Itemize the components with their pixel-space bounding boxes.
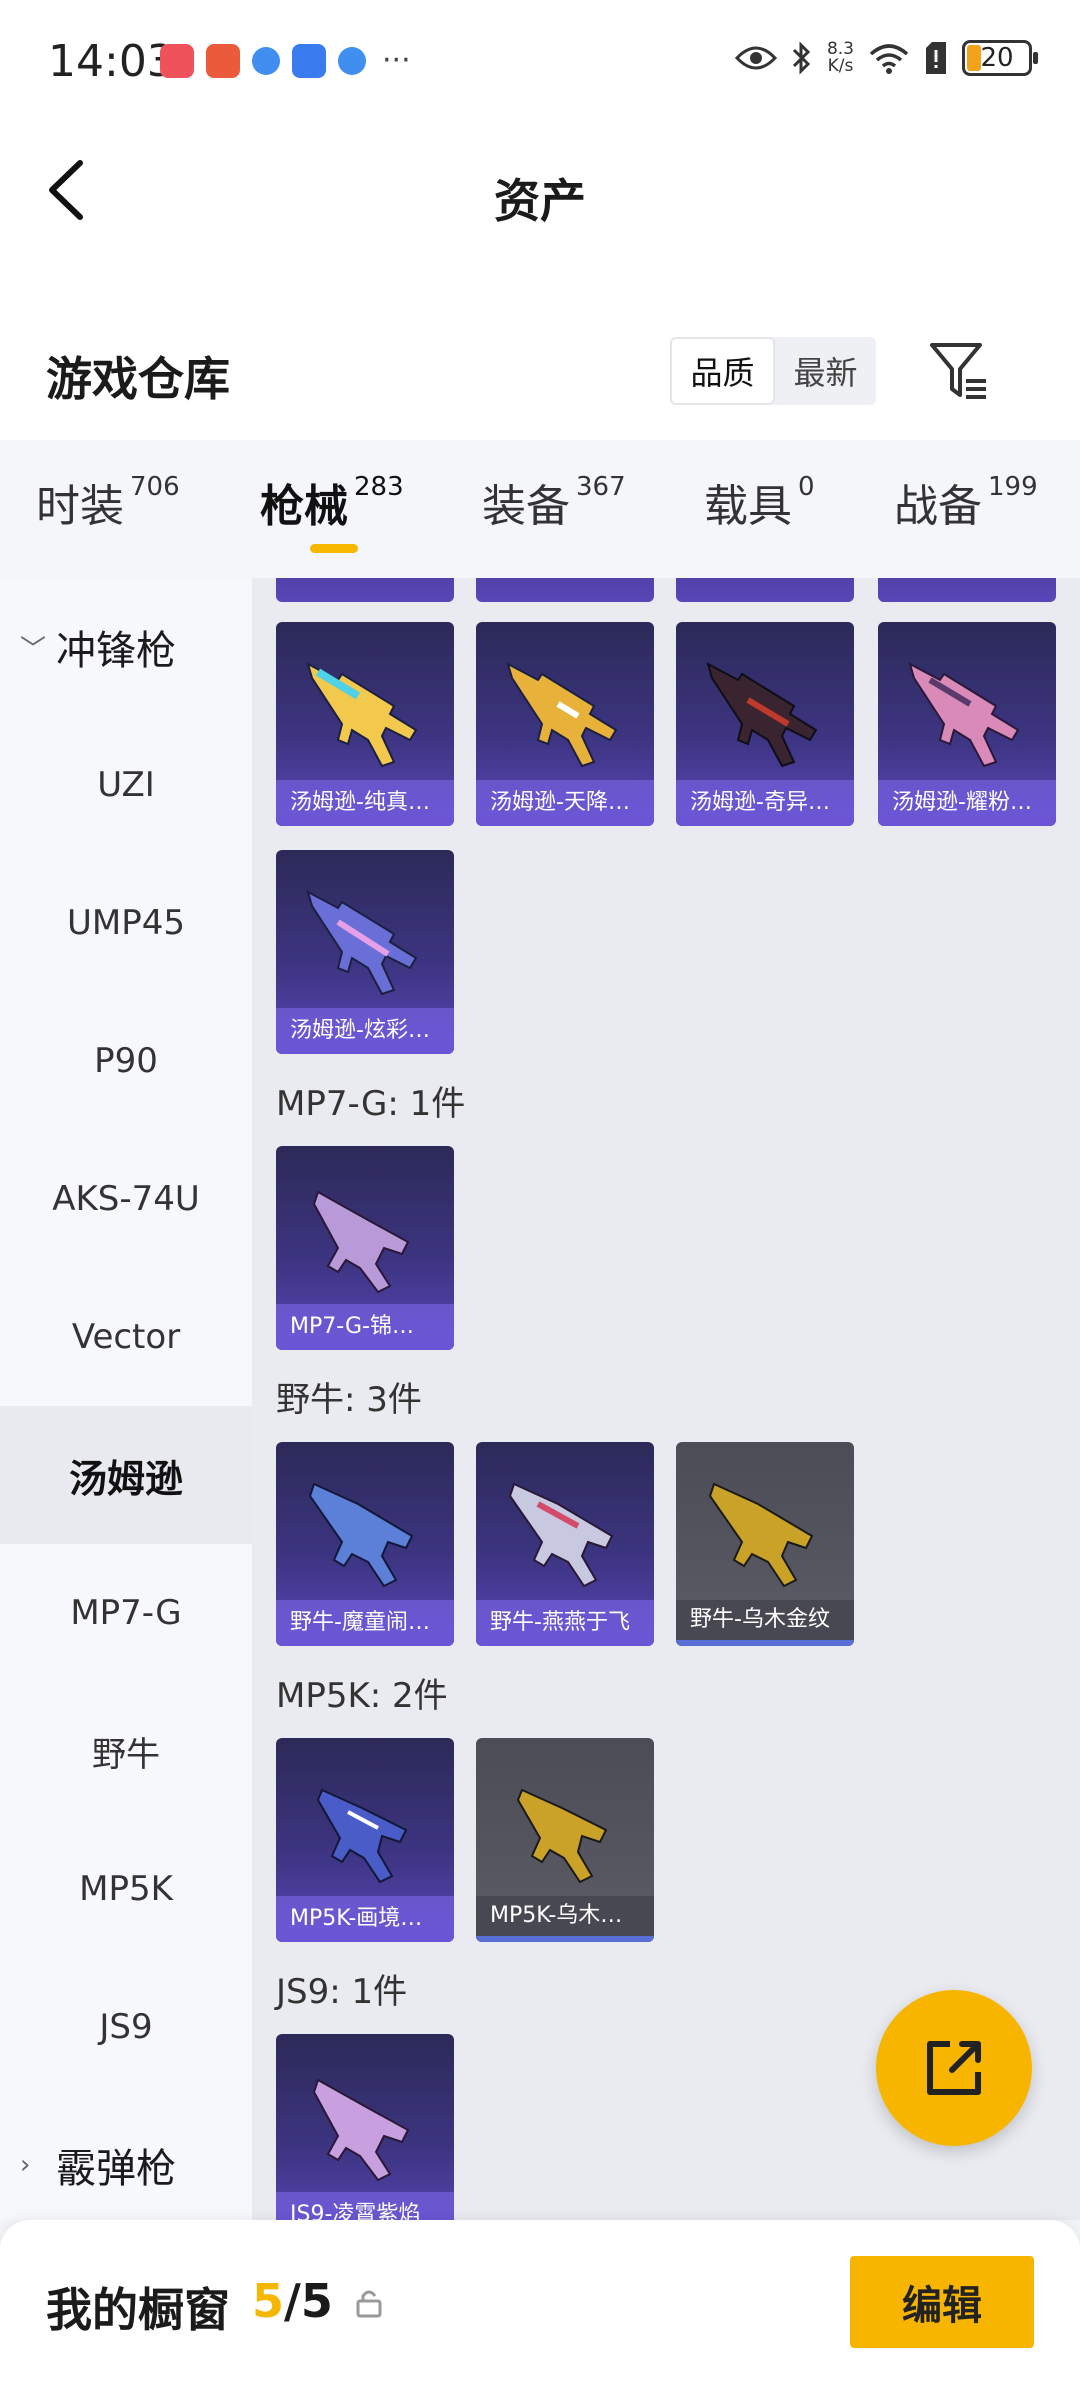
sidebar-group-smg[interactable]: ﹀ 冲锋枪 — [0, 578, 252, 716]
share-icon — [927, 2041, 981, 2095]
sidebar-item-uzi[interactable]: UZI — [0, 716, 252, 854]
weapon-card[interactable]: MP7-G-锦… — [276, 1146, 454, 1350]
status-bar: 14:03 ··· 8.3 K/s 20 — [0, 0, 1080, 125]
chevron-down-icon: ﹀ — [20, 634, 47, 665]
rifle-skin-icon — [506, 662, 618, 768]
weapon-card-partial[interactable] — [276, 578, 454, 602]
sidebar-item-mp5k[interactable]: MP5K — [0, 1820, 252, 1958]
eye-icon — [734, 46, 777, 70]
weapon-card[interactable]: 汤姆逊-天降… — [476, 622, 654, 826]
showcase-bar: 我的橱窗 5/5 编辑 — [0, 2220, 1080, 2382]
weapon-grid: 汤姆逊-纯真… 汤姆逊-天降… 汤姆逊-奇异… 汤姆逊-耀粉… 汤姆逊-炫彩… … — [252, 578, 1080, 2220]
weapon-card[interactable]: 汤姆逊-奇异… — [676, 622, 854, 826]
smg-skin-icon — [708, 1482, 814, 1588]
sidebar-item-js9[interactable]: JS9 — [0, 1958, 252, 2096]
bluetooth-app-icon — [292, 44, 326, 78]
system-icons: 8.3 K/s 20 — [734, 39, 1038, 76]
status-time: 14:03 — [48, 36, 175, 87]
weapon-card[interactable]: 野牛-魔童闹… — [276, 1442, 454, 1646]
smg-skin-icon — [316, 1788, 408, 1884]
chevron-right-icon: › — [20, 2150, 31, 2180]
edit-button[interactable]: 编辑 — [850, 2256, 1034, 2348]
sidebar-item-bizon[interactable]: 野牛 — [0, 1682, 252, 1820]
filter-button[interactable] — [928, 337, 992, 407]
share-button[interactable] — [876, 1990, 1032, 2146]
section-label-js9: JS9: 1件 — [276, 1972, 408, 2012]
warehouse-title: 游戏仓库 — [46, 352, 230, 406]
rifle-skin-icon — [908, 662, 1020, 768]
page-title: 资产 — [494, 174, 586, 228]
wifi-icon — [869, 44, 909, 74]
app-header: 资产 — [0, 125, 1080, 315]
weapon-card[interactable]: 野牛-乌木金纹 — [676, 1442, 854, 1646]
sort-newest-button[interactable]: 最新 — [775, 337, 876, 405]
showcase-count: 5/5 — [252, 2274, 333, 2328]
smg-skin-icon — [308, 1482, 414, 1588]
filter-icon — [930, 343, 986, 399]
alert-app-icon — [206, 44, 240, 78]
section-label-mp7g: MP7-G: 1件 — [276, 1084, 466, 1124]
sim-alert-icon — [926, 42, 946, 74]
sidebar-item-vector[interactable]: Vector — [0, 1268, 252, 1406]
mail-app-icon — [160, 44, 194, 78]
sidebar-item-p90[interactable]: P90 — [0, 992, 252, 1130]
weapon-card[interactable]: 汤姆逊-纯真… — [276, 622, 454, 826]
weapon-card[interactable]: 野牛-燕燕于飞 — [476, 1442, 654, 1646]
browser-app-icon-2 — [338, 47, 366, 75]
lock-icon — [356, 2290, 382, 2318]
section-label-bizon: 野牛: 3件 — [276, 1380, 422, 1420]
rifle-skin-icon — [306, 890, 418, 996]
sidebar-item-thompson[interactable]: 汤姆逊 — [0, 1406, 252, 1544]
sidebar-item-aks74u[interactable]: AKS-74U — [0, 1130, 252, 1268]
weapon-card[interactable]: MP5K-画境… — [276, 1738, 454, 1942]
sidebar-group-shotgun[interactable]: › 霰弹枪 — [0, 2096, 252, 2220]
active-tab-indicator — [310, 544, 358, 553]
weapon-card[interactable]: 汤姆逊-炫彩… — [276, 850, 454, 1054]
bluetooth-icon — [792, 41, 811, 75]
warehouse-bar: 游戏仓库 品质 最新 — [0, 315, 1080, 440]
weapon-card-partial[interactable] — [676, 578, 854, 602]
tab-supplies[interactable]: 战备 199 — [894, 470, 1038, 534]
smg-skin-icon — [508, 1482, 614, 1588]
battery-icon: 20 — [962, 40, 1038, 76]
smg-skin-icon — [516, 1788, 608, 1884]
rifle-skin-icon — [706, 662, 818, 768]
browser-app-icon — [252, 47, 280, 75]
weapon-card[interactable]: 汤姆逊-耀粉… — [878, 622, 1056, 826]
sort-toggle: 品质 最新 — [670, 337, 876, 405]
weapon-sidebar: ﹀ 冲锋枪 UZI UMP45 P90 AKS-74U Vector 汤姆逊 M… — [0, 578, 252, 2220]
showcase-label: 我的橱窗 — [46, 2283, 230, 2337]
tab-equipment[interactable]: 装备 367 — [482, 470, 626, 534]
tab-vehicles[interactable]: 载具 0 — [704, 470, 815, 534]
notification-icons: ··· — [160, 44, 411, 78]
smg-skin-icon — [312, 2078, 410, 2182]
smg-skin-icon — [312, 1190, 410, 1294]
weapon-card[interactable]: MP5K-乌木… — [476, 1738, 654, 1942]
section-label-mp5k: MP5K: 2件 — [276, 1676, 448, 1716]
tab-firearms[interactable]: 枪械 283 — [260, 470, 404, 534]
more-notifications-icon: ··· — [382, 43, 411, 78]
category-tabs: 时装 706 枪械 283 装备 367 载具 0 战备 199 — [0, 440, 1080, 578]
sidebar-item-ump45[interactable]: UMP45 — [0, 854, 252, 992]
tab-fashion[interactable]: 时装 706 — [36, 470, 180, 534]
weapon-card-partial[interactable] — [878, 578, 1056, 602]
rifle-skin-icon — [306, 662, 418, 768]
weapon-card[interactable]: JS9-凌霄紫焰 — [276, 2034, 454, 2220]
network-speed: 8.3 K/s — [826, 39, 854, 76]
weapon-card-partial[interactable] — [476, 578, 654, 602]
sidebar-item-mp7g[interactable]: MP7-G — [0, 1544, 252, 1682]
sort-quality-button[interactable]: 品质 — [670, 337, 775, 405]
